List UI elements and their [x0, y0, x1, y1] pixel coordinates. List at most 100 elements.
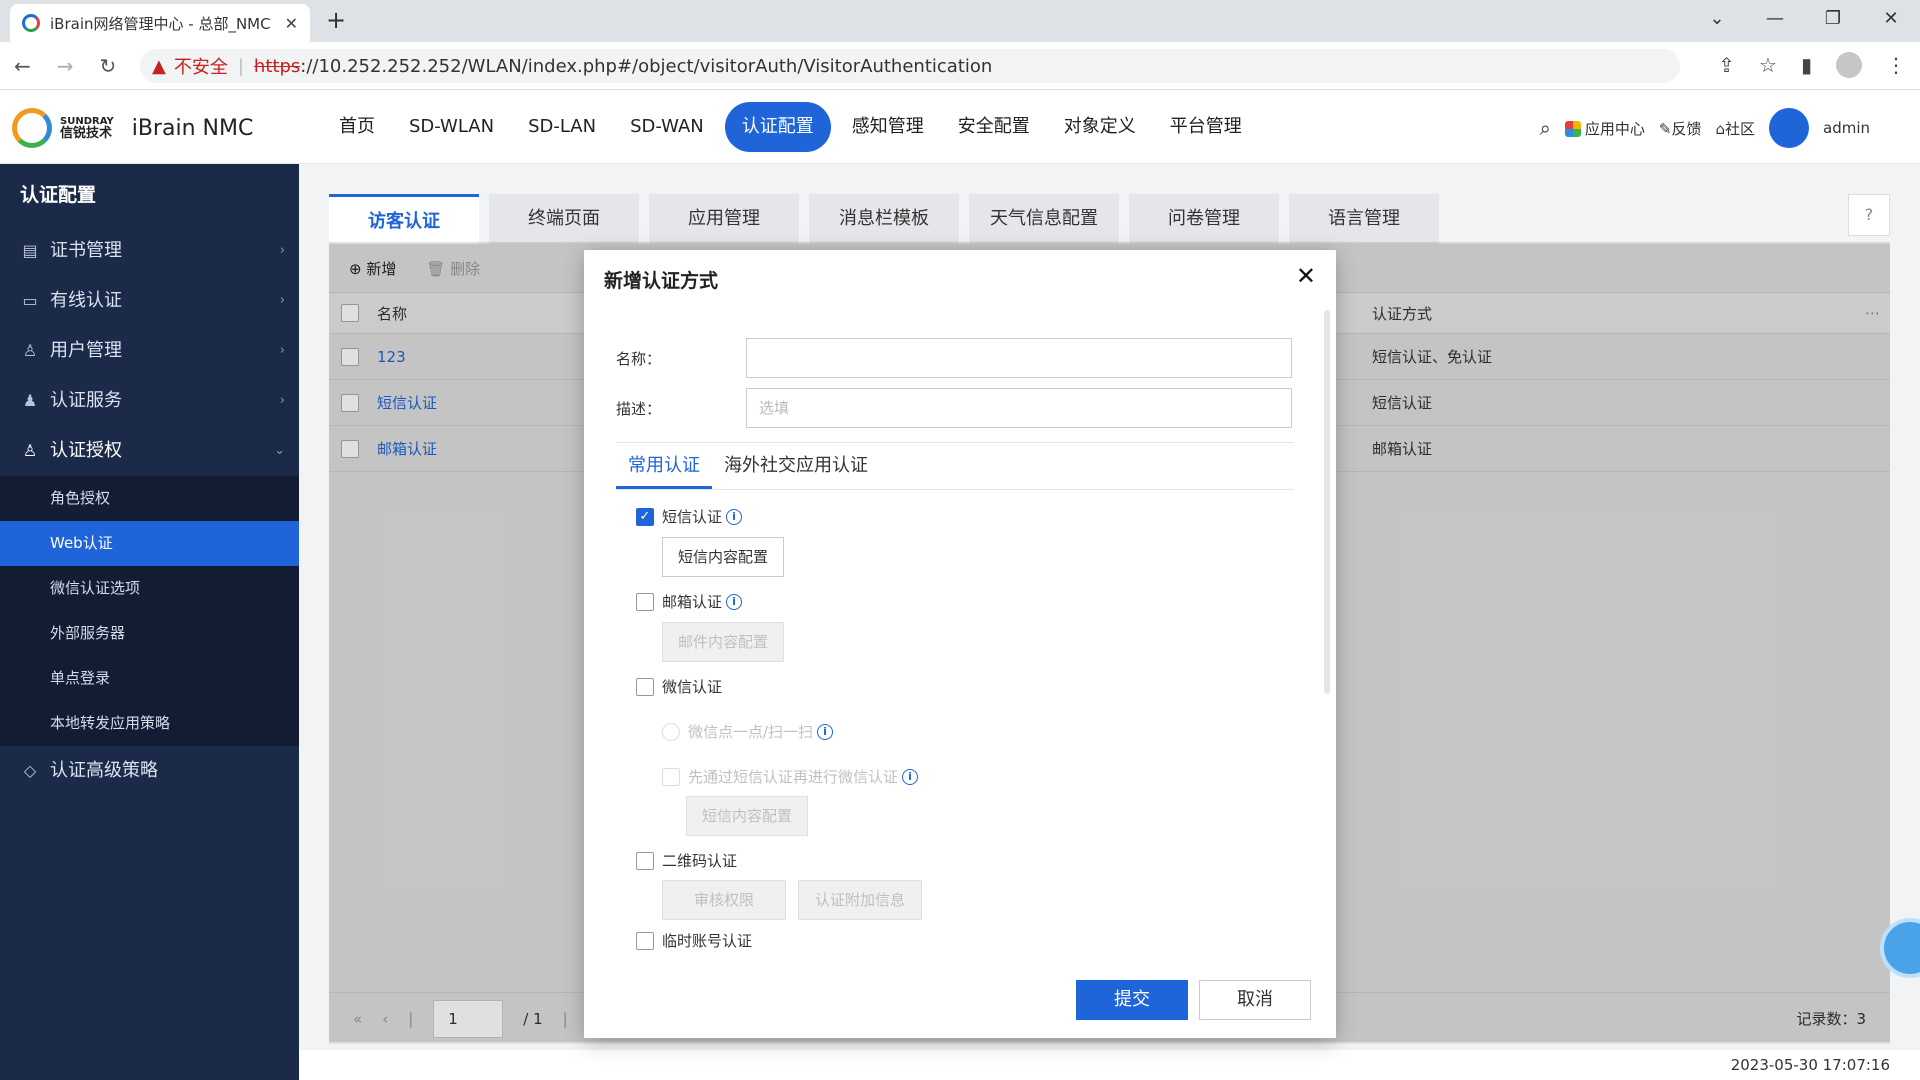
logo: SUNDRAY 信锐技术 iBrain NMC	[12, 108, 253, 148]
wechat-scan-option[interactable]: 微信点一点/扫一扫 i	[662, 721, 834, 742]
cancel-button[interactable]: 取消	[1199, 980, 1311, 1020]
tab-search-icon[interactable]: ⌄	[1688, 0, 1746, 38]
restore-button[interactable]: ❐	[1804, 0, 1862, 38]
sidebar-item-auth-grant[interactable]: ♙ 认证授权 ⌄	[0, 426, 299, 476]
app-center-link[interactable]: 应用中心	[1564, 118, 1645, 139]
qrcode-auth-option[interactable]: 二维码认证	[636, 850, 737, 871]
browser-tab-bar: iBrain网络管理中心 - 总部_NMC ✕ + ⌄ — ❐ ✕	[0, 0, 1920, 42]
sidebar-item-cert[interactable]: ▤ 证书管理 ›	[0, 226, 299, 276]
avatar[interactable]	[1769, 108, 1809, 148]
nav-sd-wlan[interactable]: SD-WLAN	[392, 102, 511, 152]
dialog-scrollbar[interactable]	[1324, 310, 1330, 694]
url-field[interactable]: ▲ 不安全 | https ://10.252.252.252/WLAN/ind…	[140, 49, 1680, 83]
submit-button[interactable]: 提交	[1076, 980, 1188, 1020]
warning-icon: ▲	[152, 55, 166, 77]
new-tab-button[interactable]: +	[326, 6, 346, 34]
profile-icon[interactable]	[1836, 52, 1862, 78]
review-permission-button[interactable]: 审核权限	[662, 880, 786, 920]
dialog-title: 新增认证方式	[604, 270, 719, 292]
info-icon[interactable]: i	[726, 508, 743, 525]
tab-terminal-page[interactable]: 终端页面	[489, 194, 639, 244]
close-icon[interactable]: ✕	[1296, 262, 1316, 290]
email-auth-option[interactable]: 邮箱认证 i	[636, 591, 743, 612]
bookmark-star-icon[interactable]: ☆	[1759, 53, 1777, 77]
top-nav: 首页 SD-WLAN SD-LAN SD-WAN 认证配置 感知管理 安全配置 …	[322, 102, 1259, 152]
browser-tab-title: iBrain网络管理中心 - 总部_NMC	[50, 14, 271, 33]
temp-account-checkbox[interactable]	[636, 931, 654, 950]
sidebar-sub-sso[interactable]: 单点登录	[0, 656, 299, 701]
wechat-scan-radio[interactable]	[662, 722, 680, 741]
forward-icon[interactable]: →	[57, 54, 74, 78]
sidebar-item-wired[interactable]: ▭ 有线认证 ›	[0, 276, 299, 326]
tab-msg-template[interactable]: 消息栏模板	[809, 194, 959, 244]
tab-weather[interactable]: 天气信息配置	[969, 194, 1119, 244]
username[interactable]: admin	[1823, 119, 1870, 137]
sms-auth-checkbox[interactable]: ✓	[636, 507, 654, 526]
email-auth-checkbox[interactable]	[636, 592, 654, 611]
user-key-icon: ♙	[22, 441, 38, 460]
menu-icon[interactable]: ⋮	[1886, 53, 1906, 77]
sidebar-item-advanced[interactable]: ◇ 认证高级策略	[0, 746, 299, 796]
email-content-config-button[interactable]: 邮件内容配置	[662, 622, 784, 662]
logo-mark-icon	[12, 108, 52, 148]
url-scheme: https	[253, 55, 301, 77]
nav-platform[interactable]: 平台管理	[1153, 102, 1259, 152]
timestamp: 2023-05-30 17:07:16	[299, 1050, 1920, 1080]
wechat-sms-first-option[interactable]: 先通过短信认证再进行微信认证 i	[662, 766, 919, 787]
help-icon[interactable]: ?	[1848, 194, 1890, 236]
sidebar-item-users[interactable]: ♙ 用户管理 ›	[0, 326, 299, 376]
nav-home[interactable]: 首页	[322, 102, 392, 152]
share-icon[interactable]: ⇪	[1718, 53, 1735, 77]
sidebar-sub-web-auth[interactable]: Web认证	[0, 521, 299, 566]
chevron-right-icon: ›	[279, 243, 285, 258]
url-path: ://10.252.252.252/WLAN/index.php#/object…	[300, 55, 993, 77]
back-icon[interactable]: ←	[14, 54, 31, 78]
nav-objects[interactable]: 对象定义	[1047, 102, 1153, 152]
close-window-button[interactable]: ✕	[1862, 0, 1920, 38]
feedback-link[interactable]: ✎反馈	[1659, 118, 1702, 139]
chevron-down-icon: ⌄	[274, 443, 285, 458]
tab-visitor-auth[interactable]: 访客认证	[329, 194, 479, 244]
wechat-sms-content-config-button[interactable]: 短信内容配置	[686, 796, 808, 836]
not-secure-label: 不安全	[173, 57, 228, 78]
sidebar-sub-role[interactable]: 角色授权	[0, 476, 299, 521]
browser-tab[interactable]: iBrain网络管理中心 - 总部_NMC ✕	[10, 4, 310, 42]
desc-input[interactable]: 选填	[746, 388, 1292, 428]
nav-security[interactable]: 安全配置	[941, 102, 1047, 152]
nav-auth-config[interactable]: 认证配置	[724, 102, 831, 152]
info-icon[interactable]: i	[726, 593, 743, 610]
sidebar-sub-external[interactable]: 外部服务器	[0, 611, 299, 656]
sidebar-toggle-icon[interactable]: ▮	[1801, 53, 1812, 77]
auth-extra-info-button[interactable]: 认证附加信息	[798, 880, 922, 920]
tab-overseas-social[interactable]: 海外社交应用认证	[712, 443, 880, 489]
community-link[interactable]: ⌂社区	[1715, 118, 1755, 139]
sms-content-config-button[interactable]: 短信内容配置	[662, 537, 784, 577]
sidebar-sub-local-forward[interactable]: 本地转发应用策略	[0, 701, 299, 746]
sidebar-sub-wechat[interactable]: 微信认证选项	[0, 566, 299, 611]
close-tab-icon[interactable]: ✕	[285, 14, 298, 33]
reload-icon[interactable]: ↻	[100, 54, 117, 78]
wechat-sms-first-checkbox[interactable]	[662, 767, 680, 786]
nav-perception[interactable]: 感知管理	[835, 102, 941, 152]
search-icon[interactable]: ⌕	[1540, 116, 1551, 140]
name-input[interactable]	[746, 338, 1292, 378]
tab-common-auth[interactable]: 常用认证	[616, 443, 712, 489]
temp-account-option[interactable]: 临时账号认证	[636, 930, 752, 951]
nav-sd-wan[interactable]: SD-WAN	[613, 102, 721, 152]
chevron-right-icon: ›	[279, 293, 285, 308]
tab-app-manage[interactable]: 应用管理	[649, 194, 799, 244]
wechat-auth-option[interactable]: 微信认证	[636, 676, 722, 697]
info-icon[interactable]: i	[902, 768, 919, 785]
sidebar: 认证配置 ▤ 证书管理 › ▭ 有线认证 › ♙ 用户管理 › ♟ 认证服务 › ♙ 认证授权 ⌄ …	[0, 164, 299, 1080]
tab-language[interactable]: 语言管理	[1289, 194, 1439, 244]
tab-survey[interactable]: 问卷管理	[1129, 194, 1279, 244]
sms-auth-option[interactable]: ✓ 短信认证 i	[636, 506, 743, 527]
nav-sd-lan[interactable]: SD-LAN	[511, 102, 613, 152]
qrcode-auth-checkbox[interactable]	[636, 851, 654, 870]
minimize-button[interactable]: —	[1746, 0, 1804, 38]
wechat-auth-checkbox[interactable]	[636, 677, 654, 696]
desc-row: 描述： 选填	[616, 388, 1292, 428]
info-icon[interactable]: i	[817, 723, 834, 740]
app-grid-icon	[1564, 121, 1581, 137]
sidebar-item-auth-service[interactable]: ♟ 认证服务 ›	[0, 376, 299, 426]
